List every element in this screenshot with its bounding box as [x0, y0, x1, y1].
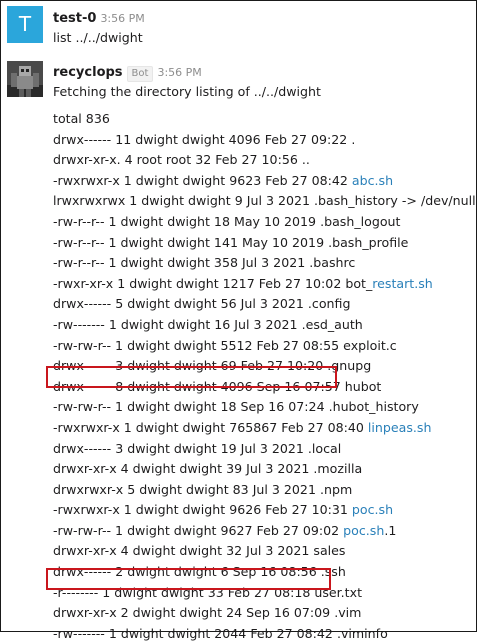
listing-row-text: -rw-rw-r-- 1 dwight dwight 5512 Feb 27 0… [53, 337, 397, 353]
listing-row-text: -rw-r--r-- 1 dwight dwight 358 Jul 3 202… [53, 255, 356, 271]
user-avatar[interactable]: T [7, 6, 43, 43]
listing-row-text: lrwxrwxrwx 1 dwight dwight 9 Jul 3 2021 … [53, 193, 476, 209]
message-text: Fetching the directory listing of ../../… [53, 84, 321, 99]
listing-row: -rw-r--r-- 1 dwight dwight 358 Jul 3 202… [53, 253, 476, 274]
listing-row-text: -rw-r--r-- 1 dwight dwight 18 May 10 201… [53, 213, 401, 229]
message-timestamp[interactable]: 3:56 PM [100, 12, 144, 25]
message-recyclops: recyclops Bot 3:56 PM Fetching the directo… [53, 62, 321, 102]
listing-row: drwx------ 11 dwight dwight 4096 Feb 27 … [53, 130, 476, 151]
listing-row: drwxrwxr-x 5 dwight dwight 83 Jul 3 2021… [53, 480, 476, 501]
listing-row: -rw-rw-r-- 1 dwight dwight 18 Sep 16 07:… [53, 397, 476, 418]
listing-row-text: -rwxrwxr-x 1 dwight dwight 765867 Feb 27… [53, 419, 368, 435]
listing-row: drwx------ 5 dwight dwight 56 Jul 3 2021… [53, 294, 476, 315]
listing-row-text: -rwxr-xr-x 1 dwight dwight 1217 Feb 27 1… [53, 275, 373, 291]
listing-row: drwxr-xr-x. 4 root root 32 Feb 27 10:56 … [53, 150, 476, 171]
robot-avatar-icon[interactable] [7, 61, 43, 97]
bot-badge: Bot [126, 66, 154, 82]
listing-row-text: drwxrwxr-x 5 dwight dwight 83 Jul 3 2021… [53, 481, 353, 497]
listing-row: -rwxrwxr-x 1 dwight dwight 9623 Feb 27 0… [53, 171, 476, 192]
listing-row: -rw-rw-r-- 1 dwight dwight 5512 Feb 27 0… [53, 336, 476, 357]
listing-row: drwx------ 3 dwight dwight 19 Jul 3 2021… [53, 439, 476, 460]
listing-row-text: -rw-rw-r-- 1 dwight dwight 9627 Feb 27 0… [53, 522, 344, 538]
listing-row-text: -rwxrwxr-x 1 dwight dwight 9623 Feb 27 0… [53, 172, 352, 188]
listing-row-text: -rw-rw-r-- 1 dwight dwight 18 Sep 16 07:… [53, 399, 419, 415]
listing-row-text: -rw------- 1 dwight dwight 2044 Feb 27 0… [53, 625, 388, 641]
listing-row-text: drwxr-xr-x 4 dwight dwight 32 Jul 3 2021… [53, 543, 346, 559]
message-test-0: test-0 3:56 PM list ../../dwight [53, 8, 145, 49]
listing-row: -rw-r--r-- 1 dwight dwight 141 May 10 20… [53, 233, 476, 254]
listing-row: -rw------- 1 dwight dwight 16 Jul 3 2021… [53, 315, 476, 336]
listing-row: -rwxr-xr-x 1 dwight dwight 1217 Feb 27 1… [53, 274, 476, 295]
file-link[interactable]: poc.sh [352, 502, 393, 517]
listing-row: drwxr-xr-x 4 dwight dwight 32 Jul 3 2021… [53, 541, 476, 562]
file-link[interactable]: restart.sh [372, 276, 433, 291]
listing-row-text: -rwxrwxr-x 1 dwight dwight 9626 Feb 27 1… [53, 502, 352, 518]
listing-row: -rwxrwxr-x 1 dwight dwight 765867 Feb 27… [53, 418, 476, 439]
listing-row-text: drwx------ 3 dwight dwight 19 Jul 3 2021… [53, 440, 342, 456]
listing-total: total 836 [53, 111, 110, 126]
listing-row-text: drwxr-xr-x. 4 root root 32 Feb 27 10:56 … [53, 152, 310, 168]
listing-row: lrwxrwxrwx 1 dwight dwight 9 Jul 3 2021 … [53, 191, 476, 212]
file-link[interactable]: linpeas.sh [368, 420, 432, 435]
listing-row: -rw------- 1 dwight dwight 2044 Feb 27 0… [53, 624, 476, 644]
listing-row-text: -rw------- 1 dwight dwight 16 Jul 3 2021… [53, 316, 363, 332]
listing-row: drwxr-xr-x 4 dwight dwight 39 Jul 3 2021… [53, 459, 476, 480]
message-text: list ../../dwight [53, 30, 143, 45]
highlight-box-user-txt [46, 568, 331, 590]
listing-row-text: drwxr-xr-x 2 dwight dwight 24 Sep 16 07:… [53, 605, 362, 621]
listing-row-text: -rw-r--r-- 1 dwight dwight 141 May 10 20… [53, 234, 409, 250]
listing-row-text: drwx------ 5 dwight dwight 56 Jul 3 2021… [53, 296, 351, 312]
file-link[interactable]: abc.sh [352, 173, 393, 188]
message-author[interactable]: recyclops [53, 65, 123, 80]
highlight-box-hubot [46, 366, 337, 388]
message-timestamp[interactable]: 3:56 PM [157, 66, 201, 79]
listing-row: -rw-rw-r-- 1 dwight dwight 9627 Feb 27 0… [53, 521, 476, 542]
listing-row-text: drwx------ 11 dwight dwight 4096 Feb 27 … [53, 131, 356, 147]
chat-window: T test-0 3:56 PM list ../../dwight recycl… [0, 0, 477, 641]
listing-row-suffix: .1 [384, 522, 397, 538]
file-link[interactable]: poc.sh [343, 523, 384, 538]
message-author[interactable]: test-0 [53, 11, 96, 26]
listing-row-text: drwxr-xr-x 4 dwight dwight 39 Jul 3 2021… [53, 461, 363, 477]
listing-row: drwxr-xr-x 2 dwight dwight 24 Sep 16 07:… [53, 603, 476, 624]
listing-row: -rw-r--r-- 1 dwight dwight 18 May 10 201… [53, 212, 476, 233]
listing-row: -rwxrwxr-x 1 dwight dwight 9626 Feb 27 1… [53, 500, 476, 521]
